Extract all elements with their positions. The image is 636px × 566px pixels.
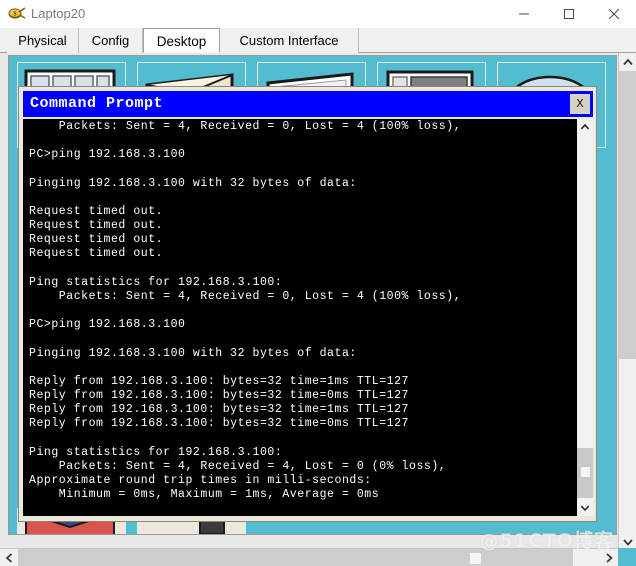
window-title-bar: $ Laptop20 bbox=[0, 0, 636, 28]
terminal-text: Packets: Sent = 4, Received = 0, Lost = … bbox=[29, 120, 462, 502]
close-icon[interactable] bbox=[591, 0, 636, 28]
minimize-icon[interactable] bbox=[501, 0, 546, 28]
panel-horizontal-scrollbar[interactable] bbox=[0, 548, 636, 566]
chevron-left-icon[interactable] bbox=[0, 549, 18, 566]
panel-vertical-scrollbar-thumb[interactable] bbox=[619, 71, 636, 359]
tab-bar: Physical Config Desktop Custom Interface bbox=[0, 28, 636, 53]
chevron-down-icon[interactable] bbox=[577, 500, 593, 516]
tab-custom-interface[interactable]: Custom Interface bbox=[220, 28, 359, 53]
command-prompt-window: Command Prompt X Packets: Sent = 4, Rece… bbox=[18, 86, 597, 522]
command-prompt-title-bar[interactable]: Command Prompt X bbox=[23, 91, 593, 117]
terminal-scrollbar-thumb[interactable] bbox=[577, 448, 593, 498]
tab-config[interactable]: Config bbox=[79, 28, 143, 53]
network-device-icon: $ bbox=[8, 5, 26, 23]
terminal-output-area[interactable]: Packets: Sent = 4, Received = 0, Lost = … bbox=[23, 119, 593, 516]
page-title: Laptop20 bbox=[31, 6, 86, 21]
laptop-properties-window: $ Laptop20 Physical Config Desktop Custo… bbox=[0, 0, 636, 566]
tab-desktop[interactable]: Desktop bbox=[143, 28, 220, 53]
chevron-up-icon[interactable] bbox=[577, 119, 593, 135]
terminal-scrollbar[interactable] bbox=[576, 119, 593, 516]
maximize-icon[interactable] bbox=[546, 0, 591, 28]
desktop-panel: Command Prompt X Packets: Sent = 4, Rece… bbox=[0, 53, 636, 566]
tab-physical[interactable]: Physical bbox=[7, 28, 79, 53]
chevron-right-icon[interactable] bbox=[600, 549, 618, 566]
scrollbar-corner bbox=[618, 548, 636, 566]
scrollbar-grip bbox=[581, 467, 590, 477]
command-prompt-close-button[interactable]: X bbox=[568, 92, 592, 116]
panel-horizontal-scrollbar-thumb[interactable] bbox=[18, 549, 573, 566]
svg-text:$: $ bbox=[14, 11, 17, 18]
panel-vertical-scrollbar[interactable] bbox=[618, 53, 636, 551]
chevron-up-icon[interactable] bbox=[619, 53, 636, 71]
command-prompt-title: Command Prompt bbox=[30, 95, 164, 112]
scrollbar-grip bbox=[470, 553, 481, 564]
